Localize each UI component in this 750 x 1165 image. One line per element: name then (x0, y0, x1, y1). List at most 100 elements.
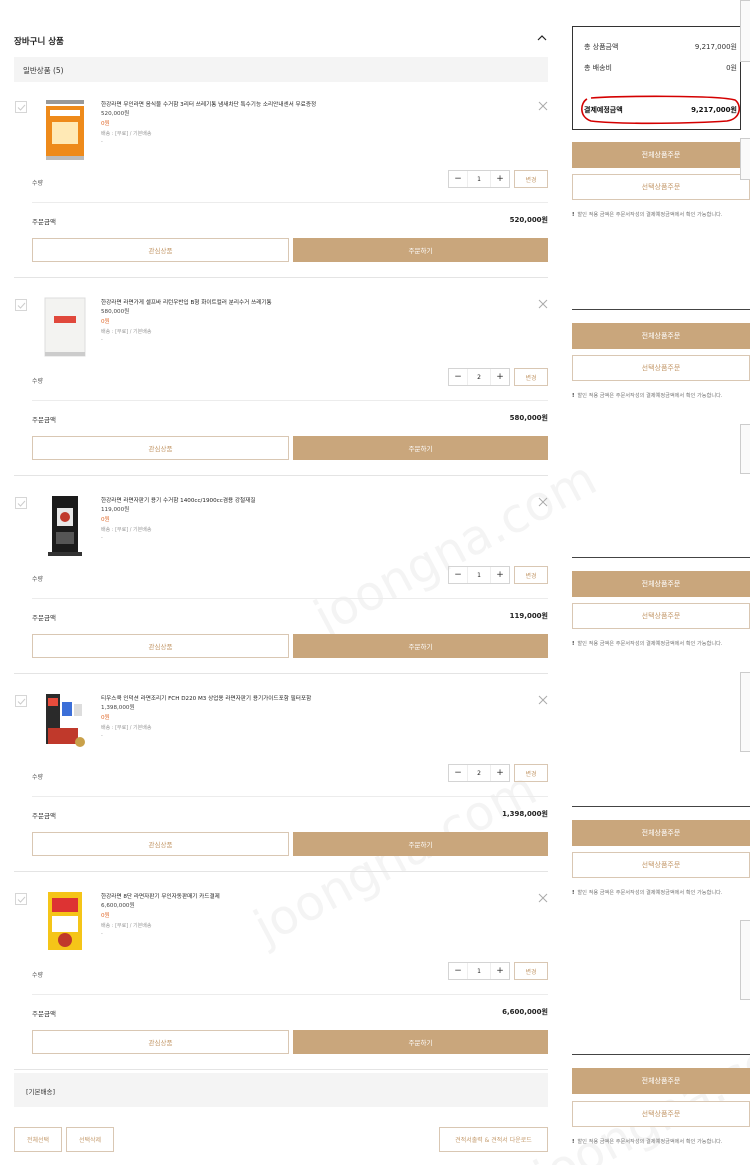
plus-button[interactable]: + (491, 369, 509, 385)
order-selected-button[interactable]: 선택상품주문 (572, 355, 750, 381)
order-selected-button[interactable]: 선택상품주문 (572, 603, 750, 629)
item-checkbox[interactable] (15, 497, 27, 509)
minus-button[interactable]: − (449, 369, 467, 385)
wishlist-button[interactable]: 관심상품 (32, 1030, 289, 1054)
plus-button[interactable]: + (491, 567, 509, 583)
divider (32, 796, 548, 797)
order-selected-button[interactable]: 선택상품주문 (572, 1101, 750, 1127)
wishlist-button[interactable]: 관심상품 (32, 238, 289, 262)
order-all-button[interactable]: 전체상품주문 (572, 1068, 750, 1094)
floating-widget-edge (740, 0, 750, 62)
select-all-button[interactable]: 전체선택 (14, 1127, 62, 1152)
check-icon (17, 302, 26, 309)
order-button[interactable]: 주문하기 (293, 238, 548, 262)
order-amount-label: 주문금액 (32, 1010, 56, 1018)
close-icon[interactable] (538, 497, 548, 507)
item-shipping: 배송 : [무료] / 기본배송 (101, 725, 152, 731)
divider (572, 309, 750, 310)
cart-item: 티우스쿡 인덕션 라면조리기 FCH D220 M3 상업용 라면자판기 용기가… (14, 692, 548, 872)
plus-button[interactable]: + (491, 765, 509, 781)
item-name[interactable]: 한강라면 8단 라면자판기 무인자동판매기 카드결제 (101, 893, 521, 901)
chevron-up-icon[interactable] (536, 32, 548, 44)
order-all-button[interactable]: 전체상품주문 (572, 571, 750, 597)
wishlist-button[interactable]: 관심상품 (32, 634, 289, 658)
shipping-fee-value: 0원 (726, 64, 737, 72)
close-icon[interactable] (538, 101, 548, 111)
shipping-group-bar: [기본배송] (14, 1073, 548, 1107)
item-shipping: 배송 : [무료] / 기본배송 (101, 329, 152, 335)
change-qty-button[interactable]: 변경 (514, 566, 548, 584)
order-amount-label: 주문금액 (32, 218, 56, 226)
item-option: - (101, 535, 103, 541)
discount-notice: ! 할인 적용 금액은 주문서작성의 결제예정금액에서 확인 가능합니다. (572, 393, 723, 399)
qty-label: 수량 (32, 774, 44, 781)
cart-header: 장바구니 상품 (14, 30, 548, 50)
qty-label: 수량 (32, 576, 44, 583)
order-button[interactable]: 주문하기 (293, 832, 548, 856)
cart-item: 한강라면 8단 라면자판기 무인자동판매기 카드결제 6,600,000원 0원… (14, 890, 548, 1070)
cart-item: 한강라면 라면가게 셀프바 리턴우반입 B형 화이트컬러 분리수거 쓰레기통 5… (14, 296, 548, 476)
change-qty-button[interactable]: 변경 (514, 962, 548, 980)
group-bar: 일반상품 (5) (14, 57, 548, 82)
wishlist-button[interactable]: 관심상품 (32, 832, 289, 856)
discount-notice: ! 할인 적용 금액은 주문서작성의 결제예정금액에서 확인 가능합니다. (572, 212, 723, 218)
order-button[interactable]: 주문하기 (293, 1030, 548, 1054)
order-all-button[interactable]: 전체상품주문 (572, 323, 750, 349)
qty-label: 수량 (32, 378, 44, 385)
change-qty-button[interactable]: 변경 (514, 170, 548, 188)
total-price-value: 9,217,000원 (694, 43, 737, 51)
product-thumbnail[interactable] (40, 296, 90, 360)
product-thumbnail[interactable] (40, 494, 90, 558)
quantity-value[interactable]: 1 (467, 963, 491, 979)
divider (32, 400, 548, 401)
item-point: 0원 (101, 715, 110, 721)
delete-selected-button[interactable]: 선택삭제 (66, 1127, 114, 1152)
item-name[interactable]: 한강라면 라면자판기 용기 수거함 1400cc/1900cc겸용 강철재질 (101, 497, 521, 505)
minus-button[interactable]: − (449, 963, 467, 979)
order-all-button[interactable]: 전체상품주문 (572, 142, 750, 168)
quantity-stepper: − 2 + (448, 764, 510, 782)
order-selected-button[interactable]: 선택상품주문 (572, 852, 750, 878)
plus-button[interactable]: + (491, 963, 509, 979)
order-selected-button[interactable]: 선택상품주문 (572, 174, 750, 200)
order-amount: 1,398,000원 (502, 810, 548, 818)
minus-button[interactable]: − (449, 171, 467, 187)
order-amount-label: 주문금액 (32, 614, 56, 622)
product-thumbnail[interactable] (40, 98, 90, 162)
item-checkbox[interactable] (15, 299, 27, 311)
order-all-button[interactable]: 전체상품주문 (572, 820, 750, 846)
minus-button[interactable]: − (449, 567, 467, 583)
minus-button[interactable]: − (449, 765, 467, 781)
plus-button[interactable]: + (491, 171, 509, 187)
product-thumbnail[interactable] (40, 890, 90, 954)
product-thumbnail[interactable] (40, 692, 90, 756)
item-name[interactable]: 티우스쿡 인덕션 라면조리기 FCH D220 M3 상업용 라면자판기 용기가… (101, 695, 521, 703)
change-qty-button[interactable]: 변경 (514, 368, 548, 386)
item-name[interactable]: 한강라면 라면가게 셀프바 리턴우반입 B형 화이트컬러 분리수거 쓰레기통 (101, 299, 521, 307)
estimate-download-button[interactable]: 견적서출력 & 견적서 다운로드 (439, 1127, 548, 1152)
close-icon[interactable] (538, 695, 548, 705)
order-button[interactable]: 주문하기 (293, 634, 548, 658)
check-icon (17, 698, 26, 705)
order-amount: 119,000원 (509, 612, 548, 620)
item-name[interactable]: 한강라면 무인라면 음식물 수거함 3리터 쓰레기통 냄새차단 특수기능 소리안… (101, 101, 521, 109)
quantity-value[interactable]: 1 (467, 171, 491, 187)
group-label: 일반상품 (5) (23, 66, 64, 75)
quantity-value[interactable]: 2 (467, 369, 491, 385)
wishlist-button[interactable]: 관심상품 (32, 436, 289, 460)
quantity-value[interactable]: 2 (467, 765, 491, 781)
cart-title: 장바구니 상품 (14, 37, 64, 47)
item-checkbox[interactable] (15, 893, 27, 905)
item-option: - (101, 931, 103, 937)
item-checkbox[interactable] (15, 101, 27, 113)
change-qty-button[interactable]: 변경 (514, 764, 548, 782)
item-shipping: 배송 : [무료] / 기본배송 (101, 131, 152, 137)
item-price: 520,000원 (101, 111, 130, 117)
item-option: - (101, 733, 103, 739)
shipping-fee-label: 총 배송비 (584, 64, 612, 72)
close-icon[interactable] (538, 893, 548, 903)
quantity-value[interactable]: 1 (467, 567, 491, 583)
close-icon[interactable] (538, 299, 548, 309)
item-checkbox[interactable] (15, 695, 27, 707)
order-button[interactable]: 주문하기 (293, 436, 548, 460)
